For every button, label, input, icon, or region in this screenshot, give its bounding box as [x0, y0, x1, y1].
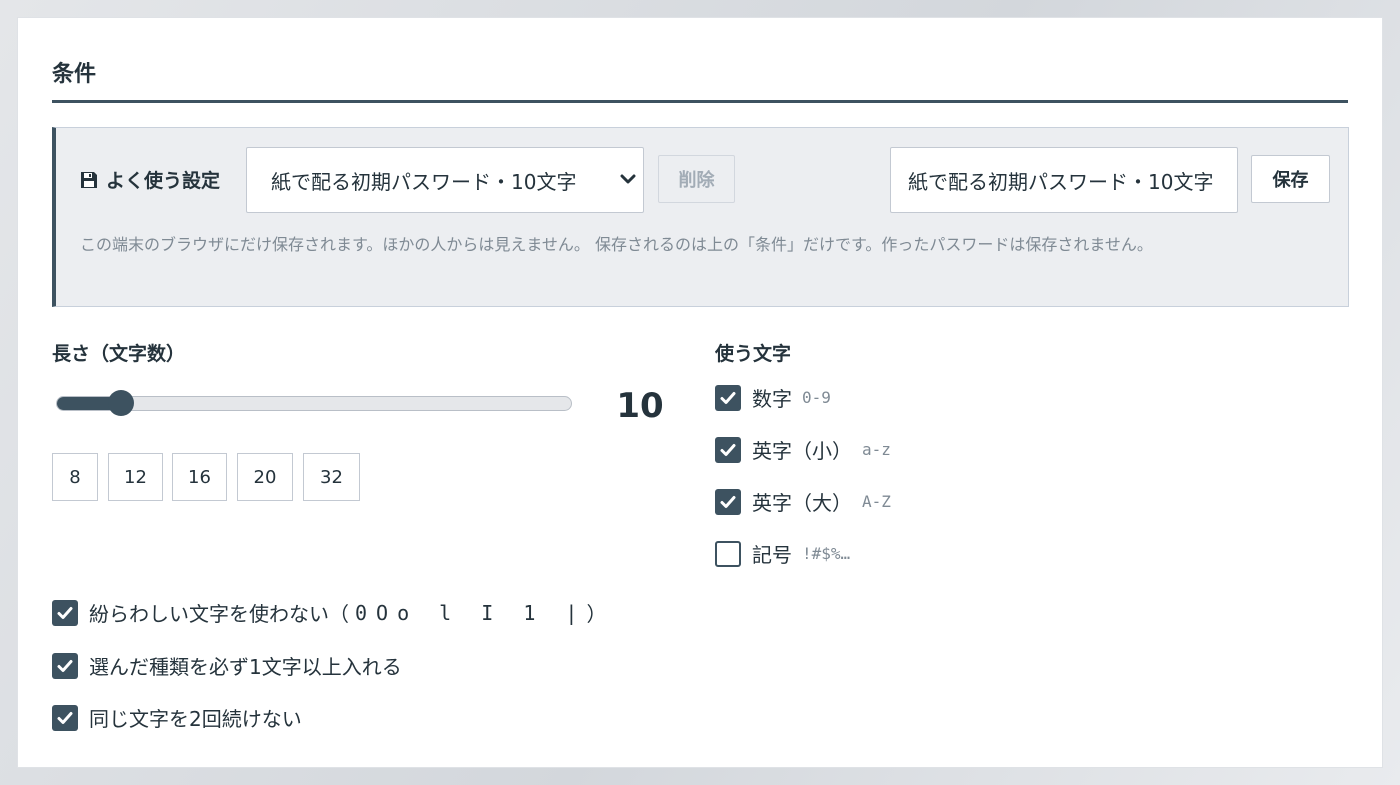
checkbox[interactable] — [52, 599, 78, 626]
checkbox[interactable] — [715, 436, 741, 463]
chevron-down-icon — [620, 174, 636, 184]
preset-select-value: 紙で配る初期パスワード・10文字 — [271, 169, 577, 194]
charset-uppercase-option[interactable]: 英字（大） A-Z — [715, 487, 891, 516]
checkbox[interactable] — [52, 652, 78, 679]
heading-divider — [52, 100, 1348, 103]
checkbox[interactable] — [715, 384, 741, 411]
charset-lowercase-option[interactable]: 英字（小） a-z — [715, 435, 891, 464]
ambiguous-chars: 0Oo l I 1 | — [355, 600, 587, 625]
delete-preset-button[interactable]: 削除 — [658, 155, 735, 203]
checkbox[interactable] — [52, 704, 78, 731]
exclude-ambiguous-option[interactable]: 紛らわしい文字を使わない（ 0Oo l I 1 | ） — [52, 598, 606, 627]
charsets-label: 使う文字 — [715, 343, 792, 365]
length-value: 10 — [616, 386, 664, 426]
option-label: 同じ文字を2回続けない — [89, 707, 302, 731]
save-preset-button[interactable]: 保存 — [1251, 155, 1330, 203]
option-label: 選んだ種類を必ず1文字以上入れる — [89, 655, 402, 679]
charset-hint: 0-9 — [802, 388, 831, 407]
charset-hint: A-Z — [862, 492, 891, 511]
require-each-type-option[interactable]: 選んだ種類を必ず1文字以上入れる — [52, 651, 402, 680]
charset-hint: a-z — [862, 440, 891, 459]
charset-digits-option[interactable]: 数字 0-9 — [715, 383, 831, 412]
preset-select[interactable]: 紙で配る初期パスワード・10文字 — [246, 147, 644, 213]
length-preset-12[interactable]: 12 — [108, 453, 163, 501]
charset-label: 記号 — [752, 543, 792, 567]
checkmark-icon — [57, 606, 73, 619]
option-label: 紛らわしい文字を使わない（ — [89, 602, 349, 626]
checkbox[interactable] — [715, 540, 741, 567]
checkmark-icon — [720, 495, 736, 508]
length-slider-thumb[interactable] — [107, 390, 134, 416]
charset-symbols-option[interactable]: 記号 !#$%… — [715, 539, 850, 568]
checkmark-icon — [57, 711, 73, 724]
option-label-suffix: ） — [586, 602, 607, 626]
charset-label: 数字 — [752, 387, 792, 411]
checkmark-icon — [57, 659, 73, 672]
preset-storage-note: この端末のブラウザにだけ保存されます。ほかの人からは見えません。 保存されるのは… — [80, 235, 1153, 254]
section-heading: 条件 — [52, 62, 97, 87]
length-preset-32[interactable]: 32 — [303, 453, 360, 501]
no-repeat-option[interactable]: 同じ文字を2回続けない — [52, 703, 302, 732]
saved-presets-panel: よく使う設定 紙で配る初期パスワード・10文字 削除 紙で配る初期パスワード・1… — [52, 127, 1349, 307]
charset-hint: !#$%… — [802, 544, 851, 563]
charset-label: 英字（大） — [752, 491, 852, 515]
length-preset-8[interactable]: 8 — [52, 453, 98, 501]
saved-presets-label: よく使う設定 — [80, 166, 220, 193]
checkmark-icon — [720, 443, 736, 456]
preset-name-input[interactable]: 紙で配る初期パスワード・10文字 — [890, 147, 1238, 213]
charset-label: 英字（小） — [752, 439, 852, 463]
checkmark-icon — [720, 391, 736, 404]
length-preset-16[interactable]: 16 — [172, 453, 227, 501]
checkbox[interactable] — [715, 488, 741, 515]
length-label: 長さ（文字数） — [52, 343, 186, 365]
floppy-disk-icon — [81, 171, 97, 188]
saved-presets-label-text: よく使う設定 — [106, 170, 221, 192]
preset-name-value: 紙で配る初期パスワード・10文字 — [908, 169, 1214, 194]
length-preset-20[interactable]: 20 — [237, 453, 293, 501]
